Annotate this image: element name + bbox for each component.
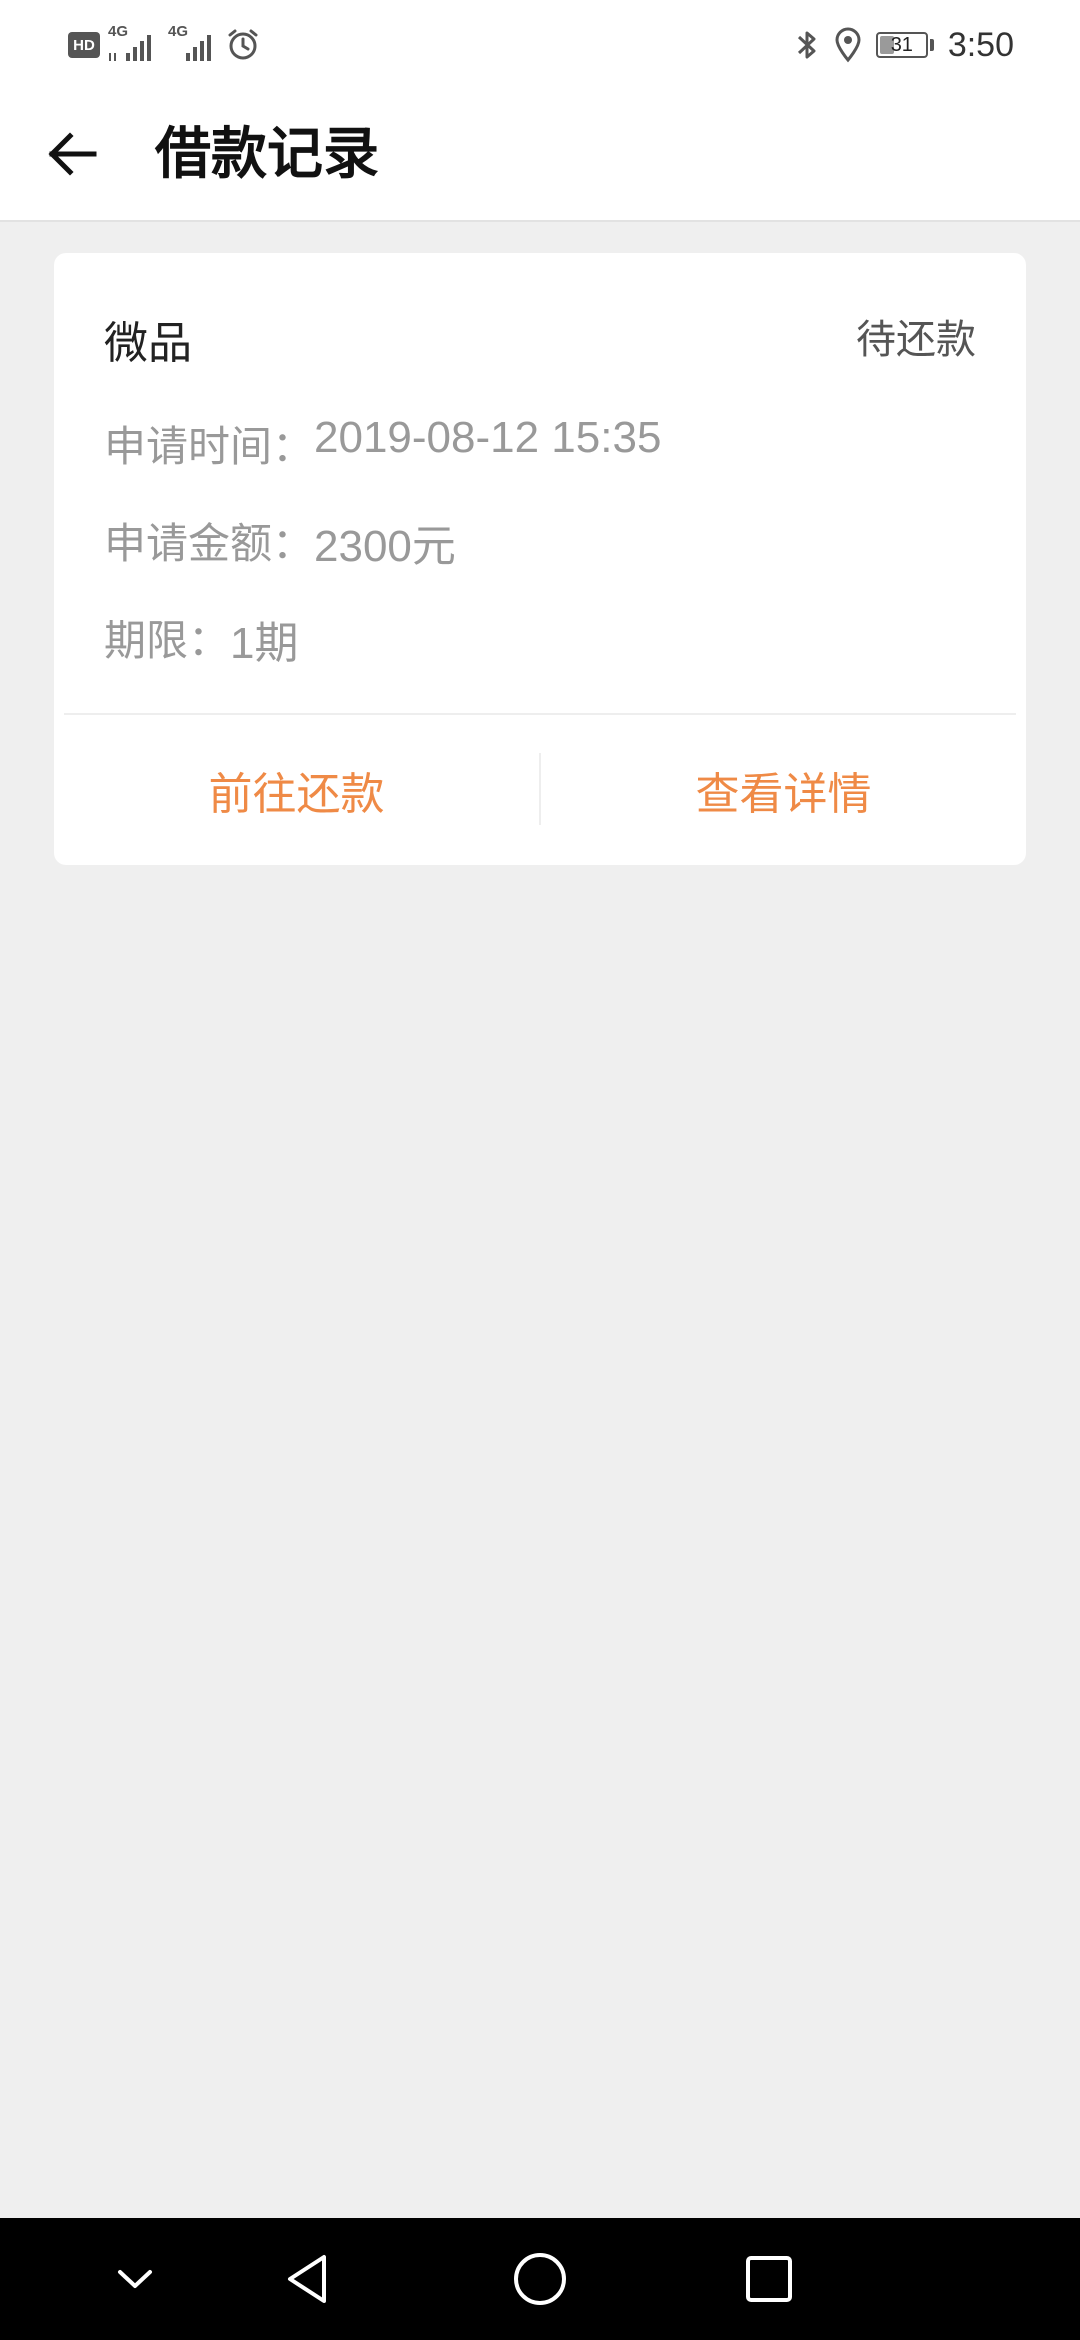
bluetooth-icon (794, 27, 820, 63)
arrow-left-icon (48, 132, 97, 176)
nav-recents-button[interactable] (734, 2244, 804, 2314)
page-title: 借款记录 (155, 122, 379, 187)
apply-time-value: 2019-08-12 15:35 (314, 413, 662, 462)
hd-label: HD (73, 36, 95, 54)
status-bar: HD 4G 4G 31 3:50 (0, 0, 1080, 90)
apply-time-row: 申请时间： 2019-08-12 15:35 (104, 413, 661, 474)
apply-amount-label: 申请金额： (104, 519, 315, 568)
apply-amount-value: 2300元 (314, 522, 456, 571)
product-name: 微品 (104, 318, 192, 369)
loan-record-card: 微品 待还款 申请时间： 2019-08-12 15:35 申请金额： 2300… (54, 253, 1026, 865)
apply-amount-row: 申请金额： 2300元 (104, 510, 456, 574)
status-clock: 3:50 (947, 25, 1014, 64)
system-nav-bar (0, 2218, 1080, 2340)
nav-home-button[interactable] (505, 2244, 575, 2314)
sim1-signal-icon: 4G (106, 23, 160, 65)
back-button[interactable] (36, 118, 108, 190)
card-actions: 前往还款 查看详情 (54, 715, 1026, 865)
sim2-signal-icon: 4G (166, 23, 220, 65)
term-row: 期限： 1期 (104, 607, 299, 671)
repay-button[interactable]: 前往还款 (54, 715, 539, 865)
screen: HD 4G 4G 31 3:50 借款记录 微品 待还款 申请时间： 2019-… (0, 0, 1080, 2340)
battery-tip (929, 39, 934, 51)
status-left-icons: HD 4G 4G (68, 20, 260, 70)
battery-icon: 31 (875, 32, 928, 58)
apply-time-label: 申请时间： (104, 422, 315, 471)
view-details-button[interactable]: 查看详情 (541, 715, 1026, 865)
battery-level: 31 (890, 33, 913, 56)
status-right-icons: 31 3:50 (794, 20, 1014, 70)
square-recents-icon (746, 2256, 792, 2302)
nav-hide-button[interactable] (100, 2244, 170, 2314)
status-badge: 待还款 (856, 317, 976, 363)
app-header: 借款记录 (0, 90, 1080, 222)
circle-home-icon (514, 2253, 566, 2305)
chevron-down-icon (118, 2270, 152, 2288)
hd-icon: HD (68, 32, 100, 58)
term-label: 期限： (104, 616, 231, 665)
triangle-back-icon (288, 2255, 326, 2303)
battery-indicator: 31 (875, 32, 934, 58)
location-icon (834, 27, 862, 63)
term-value: 1期 (230, 619, 299, 668)
nav-back-button[interactable] (273, 2244, 343, 2314)
alarm-icon (226, 28, 260, 62)
